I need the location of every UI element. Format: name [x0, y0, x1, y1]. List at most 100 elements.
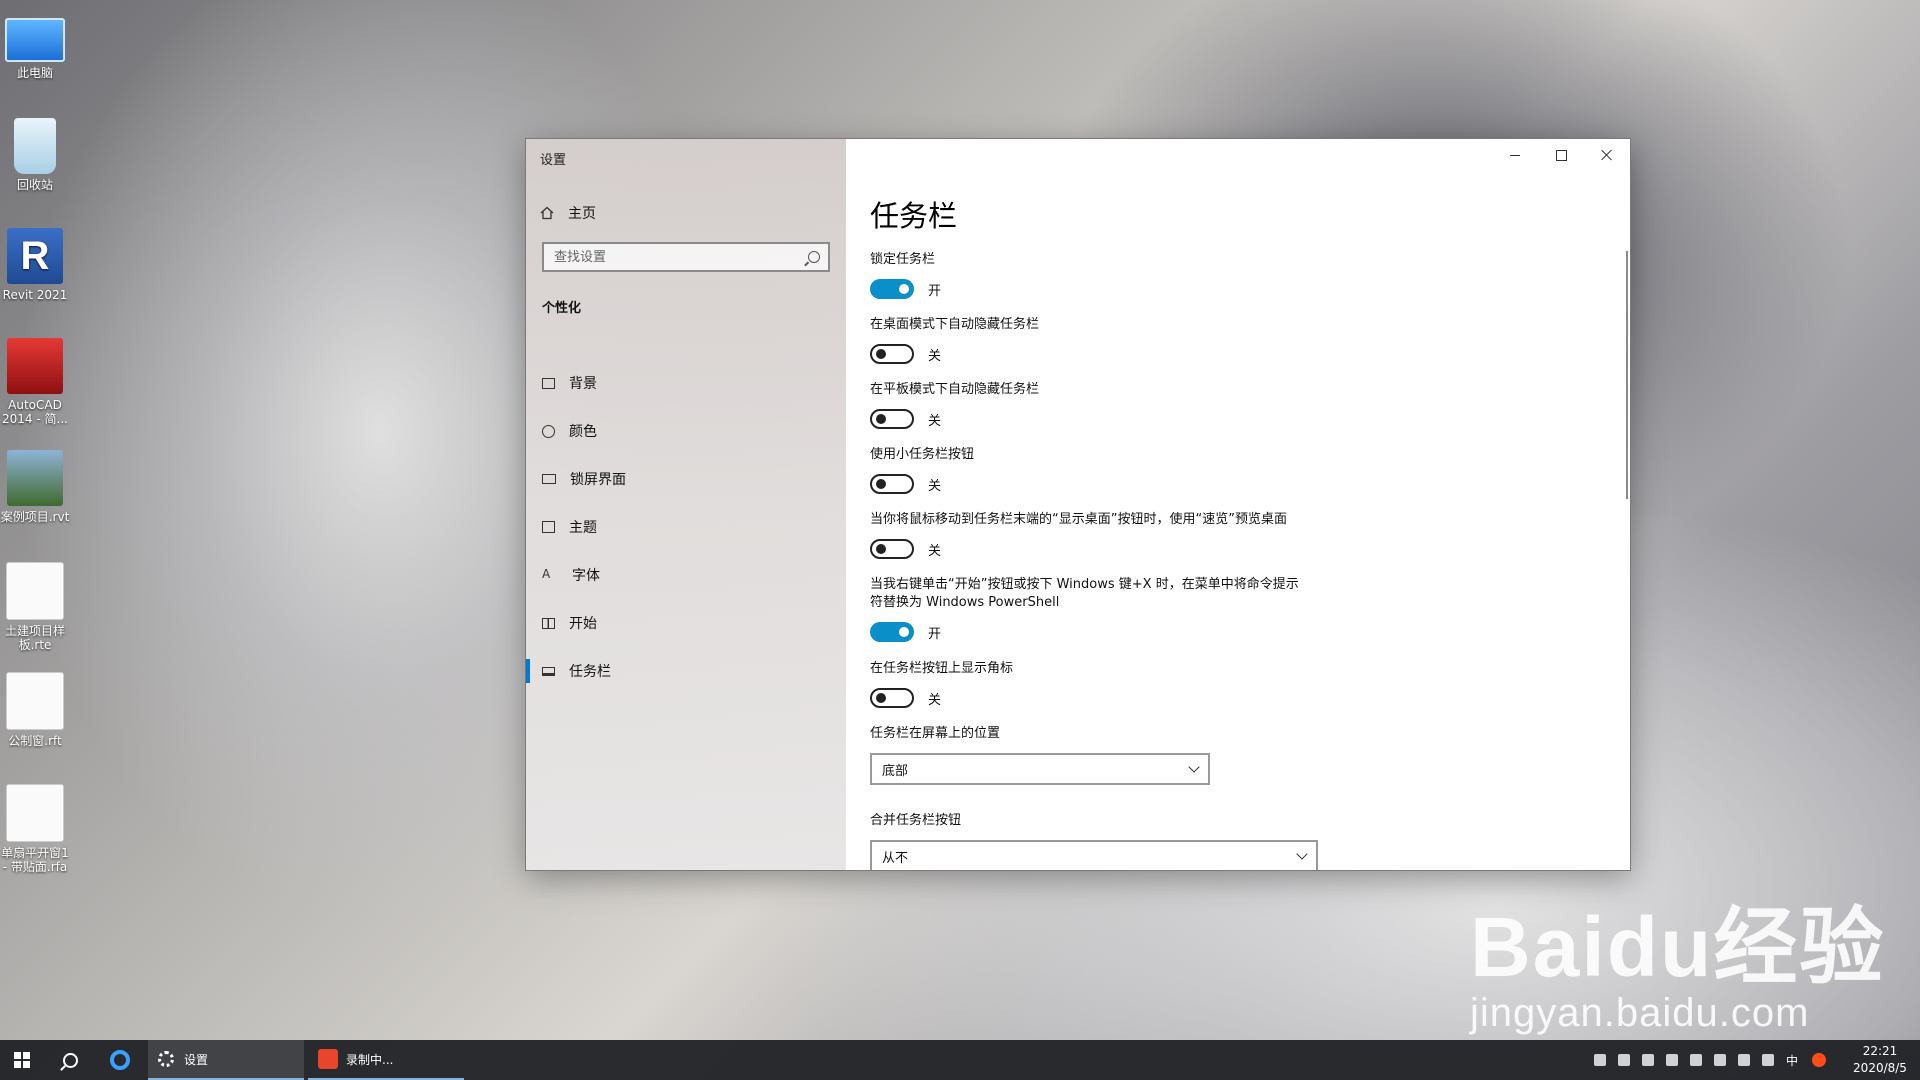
dropdown-value: 从不 — [882, 850, 909, 866]
input-method-icon[interactable] — [1812, 1053, 1826, 1067]
setting-label: 合并任务栏按钮 — [870, 813, 962, 828]
image-icon — [542, 377, 555, 389]
close-button[interactable] — [1584, 139, 1630, 171]
badges-toggle[interactable] — [870, 688, 914, 708]
close-icon — [1601, 149, 1613, 161]
setting-small-buttons: 使用小任务栏按钮 关 — [870, 446, 1390, 494]
maximize-icon — [1555, 149, 1567, 161]
system-tray: 中 22:21 2020/8/5 — [1588, 1040, 1920, 1080]
desktop-icon-this-pc[interactable]: 此电脑 — [0, 10, 70, 80]
taskbar-recorder-button[interactable]: 录制中... — [308, 1040, 464, 1080]
nav-item-themes[interactable]: 主题 — [526, 503, 846, 551]
desktop-icon-rfa-file[interactable]: 单扇平开窗1 - 带贴面.rfa — [0, 784, 70, 874]
maximize-button[interactable] — [1538, 139, 1584, 171]
nav-home[interactable]: 主页 — [540, 201, 596, 225]
small-buttons-toggle[interactable] — [870, 474, 914, 494]
toggle-state: 关 — [928, 543, 942, 559]
autohide-tablet-toggle[interactable] — [870, 409, 914, 429]
minimize-button[interactable] — [1492, 139, 1538, 171]
gear-icon — [158, 1051, 174, 1067]
nav-item-taskbar[interactable]: 任务栏 — [526, 647, 846, 695]
chevron-down-icon — [1296, 848, 1308, 860]
network-icon[interactable] — [1713, 1054, 1726, 1066]
taskbar-icon — [542, 666, 555, 676]
desktop-icon-rvt-file[interactable]: 案例项目.rvt — [0, 450, 70, 524]
toggle-state: 开 — [928, 626, 942, 642]
lock-taskbar-toggle[interactable] — [870, 279, 914, 299]
lock-screen-icon — [542, 474, 556, 484]
font-icon: A — [542, 567, 551, 581]
search-icon — [62, 1052, 78, 1068]
autohide-desktop-toggle[interactable] — [870, 344, 914, 364]
setting-label: 锁定任务栏 — [870, 252, 936, 267]
scrollbar-thumb[interactable] — [1626, 251, 1628, 499]
recycle-bin-icon — [14, 118, 56, 174]
setting-label: 当我右键单击“开始”按钮或按下 Windows 键+X 时，在菜单中将命令提示符… — [870, 577, 1299, 610]
setting-label: 使用小任务栏按钮 — [870, 447, 975, 462]
peek-toggle[interactable] — [870, 539, 914, 559]
windows-logo-icon — [14, 1052, 30, 1068]
toggle-state: 关 — [928, 478, 942, 494]
nav-item-label: 任务栏 — [569, 664, 611, 680]
taskbar-settings-button[interactable]: 设置 — [148, 1040, 304, 1080]
start-icon — [542, 617, 555, 629]
baidu-watermark: Baidu经验 jingyan.baidu.com — [1470, 900, 1886, 1035]
volume-muted-icon[interactable] — [1689, 1054, 1702, 1066]
input-language[interactable]: 中 — [1786, 1052, 1798, 1069]
palette-icon — [542, 424, 555, 438]
nav-item-lock-screen[interactable]: 锁屏界面 — [526, 455, 846, 503]
chevron-down-icon — [1188, 761, 1200, 773]
search-icon[interactable] — [808, 251, 820, 263]
nav-home-label: 主页 — [568, 206, 596, 222]
taskbar: 设置 录制中... 中 22:21 2020/8/5 — [0, 1040, 1920, 1080]
rft-file-icon — [6, 672, 64, 730]
settings-content: 任务栏 锁定任务栏 开 在桌面模式下自动隐藏任务栏 关 在平板模式下自动隐藏任务… — [846, 139, 1630, 870]
setting-combine: 合并任务栏按钮 从不 — [870, 812, 1318, 870]
keyboard-icon[interactable] — [1641, 1054, 1654, 1066]
desktop-icon-autocad[interactable]: AutoCAD 2014 - 简... — [0, 338, 70, 426]
taskbar-browser-button[interactable] — [98, 1040, 142, 1080]
combine-dropdown[interactable]: 从不 — [870, 840, 1318, 870]
search-input[interactable] — [544, 244, 804, 270]
bluetooth-icon[interactable] — [1593, 1054, 1606, 1066]
setting-autohide-desktop: 在桌面模式下自动隐藏任务栏 关 — [870, 316, 1390, 364]
setting-position: 任务栏在屏幕上的位置 底部 — [870, 725, 1210, 785]
autocad-icon — [7, 338, 63, 394]
security-icon[interactable] — [1737, 1054, 1750, 1066]
desktop-icon-rft-file[interactable]: 公制窗.rft — [0, 672, 70, 748]
battery-icon[interactable] — [1665, 1054, 1678, 1066]
setting-badges: 在任务栏按钮上显示角标 关 — [870, 660, 1390, 708]
recorder-icon — [318, 1049, 338, 1069]
shield-icon[interactable] — [1761, 1054, 1774, 1066]
desktop-icon-rte-file[interactable]: 土建项目样板.rte — [0, 562, 70, 652]
minimize-icon — [1510, 154, 1520, 156]
taskbar-settings-label: 设置 — [184, 1052, 209, 1067]
start-button[interactable] — [0, 1040, 44, 1080]
nav-item-background[interactable]: 背景 — [526, 359, 846, 407]
desktop-icon-revit[interactable]: R Revit 2021 — [0, 228, 70, 302]
rfa-file-icon — [6, 784, 64, 842]
search-box — [542, 242, 830, 272]
theme-icon — [542, 521, 555, 533]
setting-label: 任务栏在屏幕上的位置 — [870, 726, 1001, 741]
microphone-icon[interactable] — [1617, 1054, 1630, 1066]
revit-icon: R — [7, 228, 63, 284]
powershell-toggle[interactable] — [870, 622, 914, 642]
dropdown-value: 底部 — [882, 763, 909, 779]
nav-item-start[interactable]: 开始 — [526, 599, 846, 647]
nav-item-colors[interactable]: 颜色 — [526, 407, 846, 455]
nav-item-label: 主题 — [569, 520, 597, 536]
rvt-file-icon — [7, 450, 63, 506]
toggle-state: 开 — [928, 283, 942, 299]
clock-time: 22:21 — [1862, 1044, 1898, 1058]
setting-label: 当你将鼠标移动到任务栏末端的“显示桌面”按钮时，使用“速览”预览桌面 — [870, 512, 1287, 527]
setting-lock-taskbar: 锁定任务栏 开 — [870, 251, 1390, 299]
nav-list: 背景 颜色 锁屏界面 主题 A 字体 开始 任务栏 — [526, 359, 846, 695]
taskbar-search-button[interactable] — [48, 1040, 92, 1080]
position-dropdown[interactable]: 底部 — [870, 753, 1210, 785]
desktop-icon-recycle-bin[interactable]: 回收站 — [0, 118, 70, 192]
settings-window: 设置 主页 个性化 背景 颜色 锁屏界面 — [526, 139, 1630, 870]
setting-label: 在任务栏按钮上显示角标 — [870, 661, 1014, 676]
nav-item-fonts[interactable]: A 字体 — [526, 551, 846, 599]
taskbar-clock[interactable]: 22:21 2020/8/5 — [1840, 1043, 1920, 1077]
